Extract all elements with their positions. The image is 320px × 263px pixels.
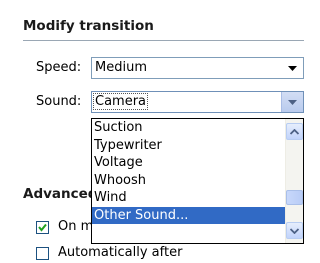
vertical-scrollbar[interactable] [285,119,303,243]
sound-combobox[interactable]: Camera [91,91,304,113]
scrollbar-thumb[interactable] [286,190,303,205]
speed-label: Speed: [36,60,82,75]
checkmark-icon [38,223,47,232]
scroll-up-arrow-icon[interactable] [286,123,303,140]
auto-label: Automatically after [58,245,183,260]
sound-options: Suction Typewriter Voltage Whoosh Wind O… [92,119,286,224]
section-title-advanced: Advanced [23,186,98,202]
sound-option[interactable]: Whoosh [92,172,286,190]
sound-label: Sound: [36,94,82,109]
section-divider [23,40,304,41]
sound-option[interactable]: Suction [92,119,286,137]
sound-option-selected[interactable]: Other Sound... [92,206,286,224]
chevron-down-icon[interactable] [281,58,303,78]
sound-option[interactable]: Wind [92,189,286,207]
sound-option[interactable]: Typewriter [92,137,286,155]
on-click-checkbox[interactable] [36,221,49,234]
sound-option[interactable]: Voltage [92,154,286,172]
speed-value: Medium [95,60,147,75]
speed-combobox[interactable]: Medium [91,57,304,79]
auto-checkbox[interactable] [36,247,49,260]
sound-dropdown-list[interactable]: Suction Typewriter Voltage Whoosh Wind O… [91,118,304,244]
scroll-down-arrow-icon[interactable] [286,222,303,239]
chevron-down-icon[interactable] [281,92,303,112]
sound-value: Camera [92,93,149,110]
section-title-modify-transition: Modify transition [23,18,154,34]
